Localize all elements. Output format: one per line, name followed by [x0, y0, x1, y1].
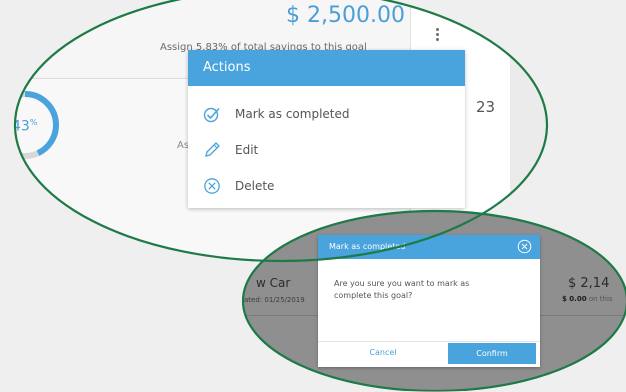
goal-row-date: ated: 01/25/2019	[244, 296, 305, 304]
actions-menu-title: Actions	[188, 50, 465, 86]
menu-item-edit[interactable]: Edit	[203, 140, 258, 160]
confirm-dialog-title: Mark as completed	[329, 242, 406, 251]
more-options-icon[interactable]	[432, 28, 442, 42]
menu-item-label: Delete	[235, 179, 275, 193]
goal-row-amount: $ 2,14	[568, 276, 610, 291]
goal-count: 23	[476, 98, 496, 116]
close-icon[interactable]	[517, 239, 532, 254]
goal-row-sub-amount: $ 0.00 on this	[562, 295, 613, 303]
goal-row-name: w Car	[256, 276, 291, 290]
menu-item-delete[interactable]: Delete	[203, 176, 274, 196]
confirm-dialog-message: Are you sure you want to mark as complet…	[334, 279, 470, 300]
confirm-dialog-footer: Cancel Confirm	[318, 341, 540, 364]
confirm-callout: w Car ated: 01/25/2019 $ 2,14 $ 0.00 on …	[242, 210, 626, 392]
actions-menu: Actions Mark as completed Edit Delete	[188, 50, 465, 208]
menu-item-label: Edit	[235, 143, 259, 157]
check-circle-icon	[203, 107, 220, 123]
cancel-button[interactable]: Cancel	[318, 342, 448, 364]
x-circle-icon	[204, 178, 220, 194]
menu-item-label: Mark as completed	[235, 107, 350, 121]
confirm-button[interactable]: Confirm	[448, 343, 536, 364]
goal-amount: $ 2,500.00	[286, 3, 405, 28]
confirm-dialog: Mark as completed Are you sure you want …	[318, 235, 540, 367]
menu-item-mark-completed[interactable]: Mark as completed	[203, 104, 350, 124]
confirm-dialog-header: Mark as completed	[318, 235, 540, 259]
pencil-icon	[205, 142, 220, 157]
progress-percent: 43%	[14, 118, 38, 135]
